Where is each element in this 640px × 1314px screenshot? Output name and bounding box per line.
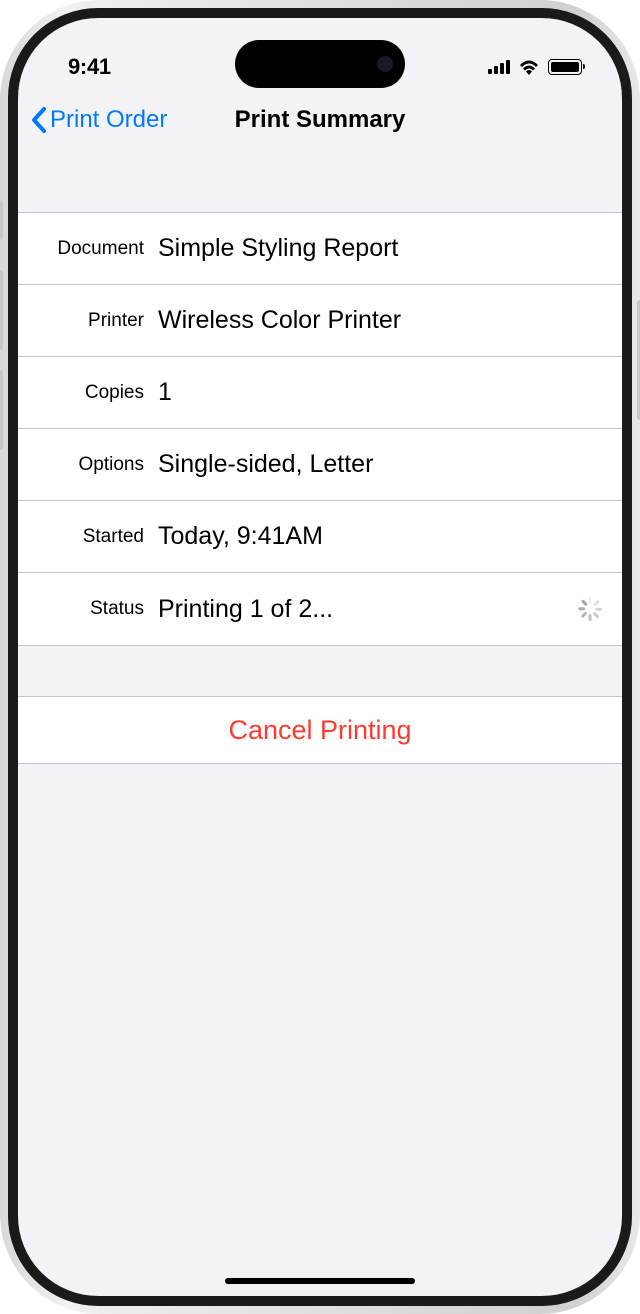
- row-options: Options Single-sided, Letter: [18, 429, 622, 501]
- row-value: Simple Styling Report: [158, 234, 602, 263]
- row-document: Document Simple Styling Report: [18, 213, 622, 285]
- row-printer: Printer Wireless Color Printer: [18, 285, 622, 357]
- row-label: Started: [18, 526, 158, 548]
- row-value: Today, 9:41AM: [158, 522, 602, 551]
- loading-spinner-icon: [568, 597, 602, 621]
- device-outer-shell: 9:41: [0, 0, 640, 1314]
- volume-down-button: [0, 370, 3, 450]
- battery-icon: [548, 59, 582, 75]
- chevron-left-icon: [30, 106, 48, 134]
- dynamic-island: [235, 40, 405, 88]
- page-title: Print Summary: [235, 106, 406, 134]
- row-label: Printer: [18, 310, 158, 332]
- cancel-printing-button[interactable]: Cancel Printing: [18, 697, 622, 763]
- row-value: Printing 1 of 2...: [158, 595, 568, 624]
- row-value: 1: [158, 378, 602, 407]
- summary-group: Document Simple Styling Report Printer W…: [18, 212, 622, 646]
- back-button[interactable]: Print Order: [30, 106, 167, 134]
- device-frame: 9:41: [8, 8, 632, 1306]
- row-started: Started Today, 9:41AM: [18, 501, 622, 573]
- row-label: Document: [18, 238, 158, 260]
- cancel-group: Cancel Printing: [18, 696, 622, 764]
- status-icons: [488, 59, 582, 75]
- cellular-signal-icon: [488, 60, 510, 74]
- row-status: Status Printing 1 of 2...: [18, 573, 622, 645]
- row-copies: Copies 1: [18, 357, 622, 429]
- wifi-icon: [518, 59, 540, 75]
- side-button: [0, 200, 3, 240]
- row-label: Copies: [18, 382, 158, 404]
- row-value: Single-sided, Letter: [158, 450, 602, 479]
- volume-up-button: [0, 270, 3, 350]
- row-label: Status: [18, 598, 158, 620]
- content: Document Simple Styling Report Printer W…: [18, 212, 622, 764]
- back-label: Print Order: [50, 106, 167, 134]
- navigation-bar: Print Order Print Summary: [18, 88, 622, 152]
- status-time: 9:41: [68, 54, 111, 80]
- row-label: Options: [18, 454, 158, 476]
- home-indicator[interactable]: [225, 1278, 415, 1284]
- spacer: [18, 646, 622, 696]
- screen: 9:41: [18, 18, 622, 1296]
- row-value: Wireless Color Printer: [158, 306, 602, 335]
